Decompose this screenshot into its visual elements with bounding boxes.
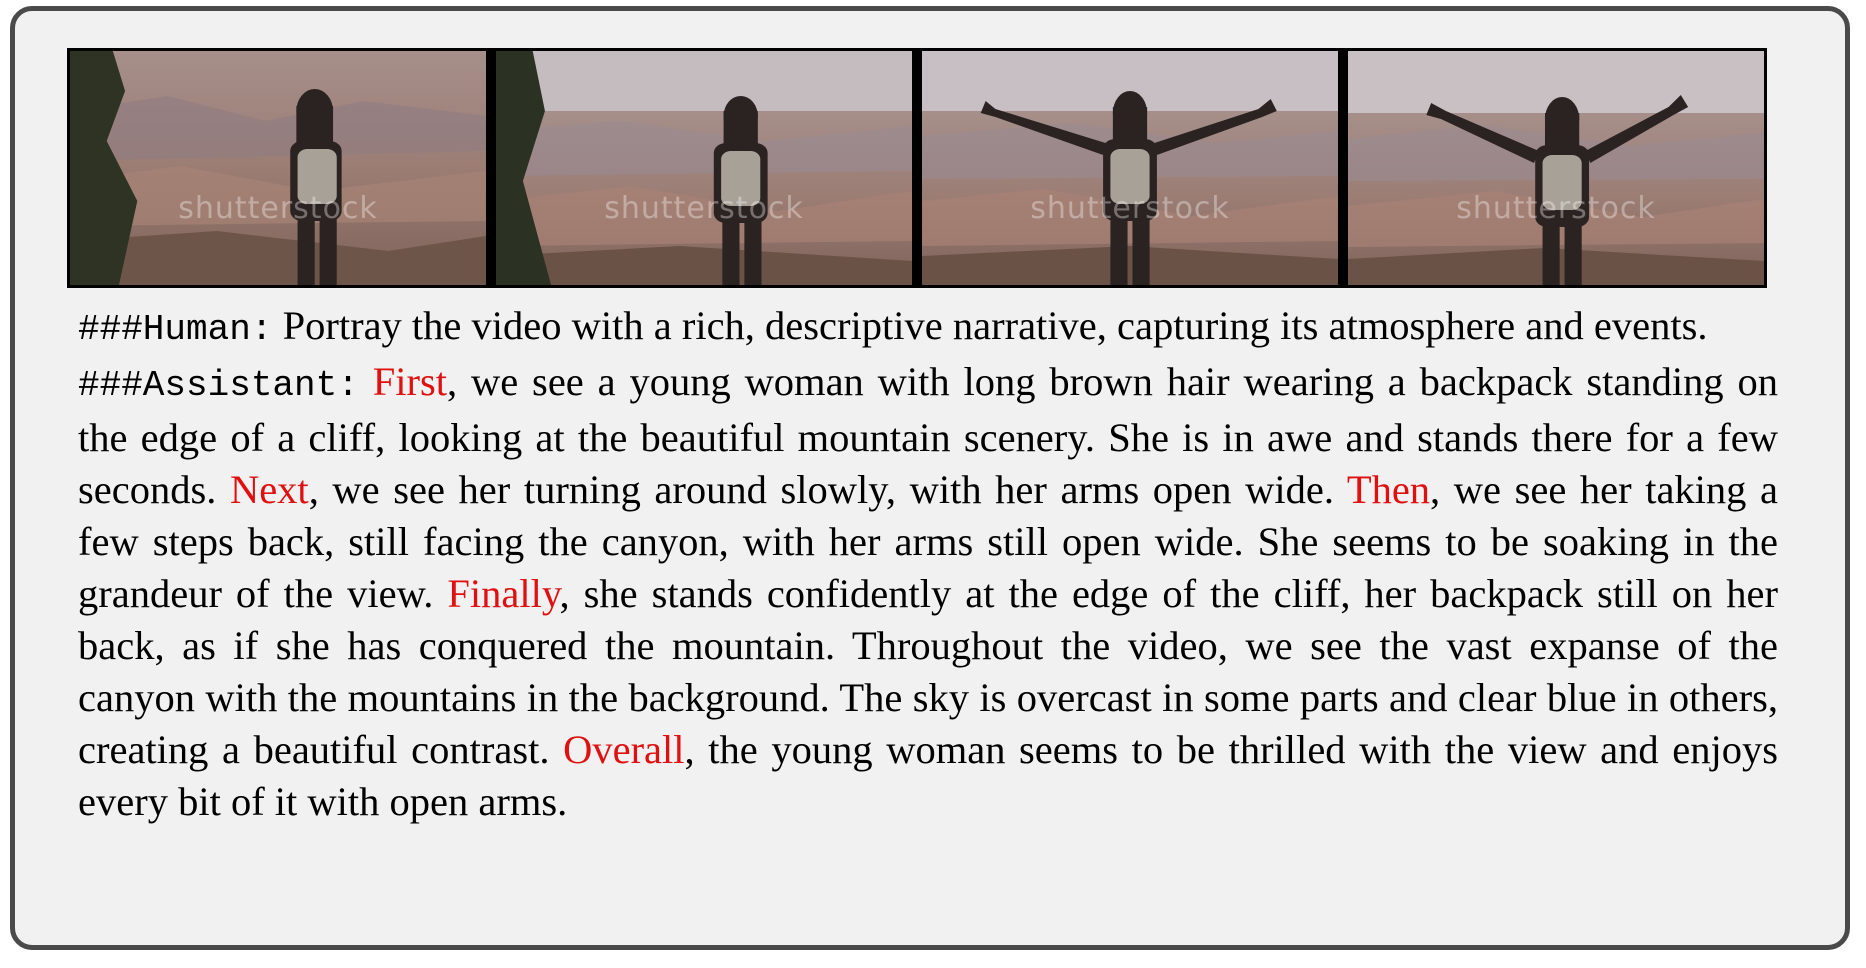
highlight-keyword: First xyxy=(372,359,447,404)
canyon-scene-1 xyxy=(70,51,486,285)
assistant-text-segment xyxy=(359,359,373,404)
human-prompt: ###Human: Portray the video with a rich,… xyxy=(78,300,1778,356)
human-label: ###Human: xyxy=(78,309,273,350)
video-frame-4: shutterstock xyxy=(1348,51,1764,285)
assistant-label: ###Assistant: xyxy=(78,365,359,406)
assistant-response: ###Assistant: First, we see a young woma… xyxy=(78,356,1778,828)
video-frame-1: shutterstock xyxy=(70,51,486,285)
watermark-text: shutterstock xyxy=(1030,191,1230,226)
canyon-scene-2 xyxy=(496,51,912,285)
watermark-text: shutterstock xyxy=(604,191,804,226)
assistant-text: First, we see a young woman with long br… xyxy=(78,359,1778,824)
assistant-text-segment: , we see her turning around slowly, with… xyxy=(308,467,1347,512)
highlight-keyword: Then xyxy=(1346,467,1431,512)
video-frame-2: shutterstock xyxy=(496,51,912,285)
dialogue-text: ###Human: Portray the video with a rich,… xyxy=(78,300,1778,828)
video-frame-strip: shutterstock shutterstock shutterstock s… xyxy=(67,48,1767,288)
highlight-keyword: Next xyxy=(229,467,309,512)
human-text: Portray the video with a rich, descripti… xyxy=(272,303,1708,348)
watermark-text: shutterstock xyxy=(178,191,378,226)
video-frame-3: shutterstock xyxy=(922,51,1338,285)
highlight-keyword: Overall xyxy=(563,727,685,772)
canyon-scene-4 xyxy=(1348,51,1764,285)
highlight-keyword: Finally xyxy=(447,571,560,616)
canyon-scene-3 xyxy=(922,51,1338,285)
watermark-text: shutterstock xyxy=(1456,191,1656,226)
